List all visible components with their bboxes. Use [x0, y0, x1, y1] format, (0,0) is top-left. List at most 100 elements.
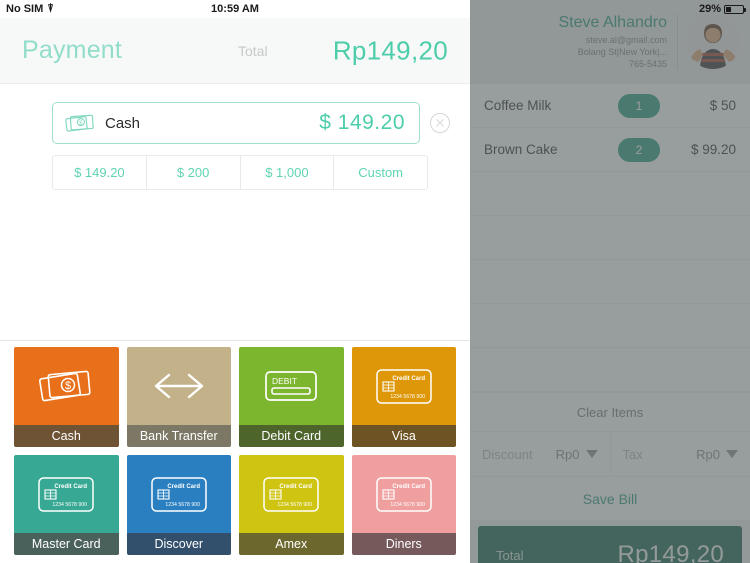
battery-icon — [724, 4, 746, 14]
tile-artwork: Credit Card 1234 5678 900 — [351, 347, 456, 425]
tax-value: Rp0 — [696, 446, 720, 462]
tile-label: Discover — [126, 533, 231, 555]
empty-item-row — [470, 260, 750, 304]
svg-text:1234 5678 900: 1234 5678 900 — [165, 502, 200, 508]
payment-method-cash[interactable]: $ Cash — [14, 347, 119, 447]
svg-text:Credit Card: Credit Card — [392, 376, 425, 382]
tax-selector[interactable]: Tax Rp0 — [611, 432, 750, 476]
customer-avatar-image — [686, 15, 740, 69]
credit-card-icon: Credit Card 1234 5678 900 — [263, 476, 319, 512]
save-bill-button[interactable]: Save Bill — [470, 476, 750, 520]
svg-text:Credit Card: Credit Card — [392, 484, 425, 490]
payment-method-diners[interactable]: Credit Card 1234 5678 900 Diners — [351, 455, 456, 555]
customer-email: steve.al@gmail.com — [585, 35, 667, 45]
customer-info: Steve Alhandro steve.al@gmail.com Bolang… — [558, 14, 678, 70]
tender-value: $ 149.20 — [319, 111, 405, 134]
debit-card-icon: DEBIT — [265, 371, 318, 401]
quick-amount-exact[interactable]: $ 149.20 — [53, 156, 147, 189]
tile-artwork: Credit Card 1234 5678 900 — [126, 455, 231, 533]
chevron-down-icon — [726, 450, 738, 458]
tile-label: Amex — [239, 533, 344, 555]
payment-method-amex[interactable]: Credit Card 1234 5678 900 Amex — [239, 455, 344, 555]
item-price: $ 50 — [709, 98, 736, 113]
status-bar-right: 29% — [698, 3, 746, 15]
avatar[interactable] — [686, 15, 740, 69]
item-quantity[interactable]: 1 — [618, 93, 660, 118]
order-total-bar[interactable]: Total Rp149,20 — [478, 526, 742, 563]
payment-panel: Payment Total Rp149,20 $ Cash $ 149.20 $… — [0, 0, 470, 563]
item-name: Brown Cake — [484, 142, 558, 157]
tender-row: $ Cash $ 149.20 — [52, 102, 450, 144]
tile-artwork: Credit Card 1234 5678 900 — [14, 455, 119, 533]
close-circle-icon[interactable] — [430, 113, 450, 133]
discount-value-group: Rp0 — [556, 447, 598, 462]
svg-text:$: $ — [65, 380, 71, 392]
adjustments-row: Discount Rp0 Tax Rp0 — [470, 432, 750, 476]
header-total-label: Total — [238, 42, 268, 59]
chevron-down-icon — [585, 450, 598, 458]
empty-item-row — [470, 172, 750, 216]
tile-artwork: DEBIT — [239, 347, 344, 425]
payment-header: Payment Total Rp149,20 — [0, 18, 470, 84]
list-item[interactable]: Brown Cake 2 $ 99.20 — [470, 128, 750, 172]
clear-items-button[interactable]: Clear Items — [470, 392, 750, 432]
tax-label: Tax — [622, 446, 643, 462]
svg-text:Credit Card: Credit Card — [167, 484, 200, 490]
order-panel: Steve Alhandro steve.al@gmail.com Bolang… — [470, 0, 750, 563]
pos-payment-screen: No SIM ⍒ 10:59 AM 29% Payment Total Rp14… — [0, 0, 750, 563]
svg-text:$: $ — [79, 120, 83, 127]
quick-amount-group: $ 149.20 $ 200 $ 1,000 Custom — [52, 155, 428, 190]
credit-card-icon: Credit Card 1234 5678 900 — [38, 476, 94, 512]
credit-card-icon: Credit Card 1234 5678 900 — [151, 476, 207, 512]
status-bar-clock: 10:59 AM — [211, 3, 259, 15]
customer-phone: 765-5435 — [628, 59, 667, 69]
item-quantity[interactable]: 2 — [618, 137, 660, 162]
empty-item-row — [470, 216, 750, 260]
credit-card-icon: Credit Card 1234 5678 900 — [376, 368, 432, 404]
tender-label: Cash — [105, 114, 141, 132]
payment-empty-area — [0, 190, 470, 340]
item-name: Coffee Milk — [484, 98, 552, 113]
empty-item-row — [470, 304, 750, 348]
tile-artwork: Credit Card 1234 5678 900 — [239, 455, 344, 533]
payment-method-discover[interactable]: Credit Card 1234 5678 900 Discover — [126, 455, 231, 555]
tile-label: Master Card — [14, 533, 119, 555]
customer-address: Bolang St|New York|... — [577, 47, 667, 57]
page-title: Payment — [22, 36, 123, 64]
banknotes-icon: $ — [65, 114, 94, 132]
payment-method-row-1: $ Cash Bank Transfer DEBIT Debit Card Cr… — [14, 347, 456, 447]
credit-card-icon: Credit Card 1234 5678 900 — [376, 476, 432, 512]
tile-artwork — [126, 347, 231, 425]
payment-method-visa[interactable]: Credit Card 1234 5678 900 Visa — [351, 347, 456, 447]
tile-artwork: Credit Card 1234 5678 900 — [351, 455, 456, 533]
tile-label: Cash — [14, 425, 119, 447]
empty-item-row — [470, 348, 750, 392]
quick-amount-custom[interactable]: Custom — [334, 156, 427, 189]
payment-method-debit-card[interactable]: DEBIT Debit Card — [239, 347, 344, 447]
order-total-value: Rp149,20 — [617, 541, 724, 563]
svg-text:1234 5678 900: 1234 5678 900 — [53, 502, 88, 508]
payment-method-bank-transfer[interactable]: Bank Transfer — [126, 347, 231, 447]
item-price: $ 99.20 — [690, 142, 736, 157]
svg-text:Credit Card: Credit Card — [55, 484, 88, 490]
discount-value: Rp0 — [555, 446, 580, 462]
discount-label: Discount — [482, 446, 533, 462]
tile-artwork: $ — [14, 347, 119, 425]
tax-value-group: Rp0 — [696, 447, 738, 462]
tile-label: Bank Transfer — [126, 425, 231, 447]
payment-method-row-2: Credit Card 1234 5678 900 Master Card Cr… — [14, 455, 456, 555]
order-total-label: Total — [496, 547, 524, 563]
tile-label: Visa — [351, 425, 456, 447]
quick-amount-1000[interactable]: $ 1,000 — [241, 156, 335, 189]
quick-amount-200[interactable]: $ 200 — [147, 156, 241, 189]
header-total-value: Rp149,20 — [332, 35, 448, 65]
status-bar: No SIM ⍒ 10:59 AM 29% — [0, 0, 750, 18]
battery-percent-label: 29% — [698, 3, 721, 15]
payment-method-master-card[interactable]: Credit Card 1234 5678 900 Master Card — [14, 455, 119, 555]
cash-amount-field[interactable]: $ Cash $ 149.20 — [52, 102, 420, 144]
list-item[interactable]: Coffee Milk 1 $ 50 — [470, 84, 750, 128]
svg-text:1234 5678 900: 1234 5678 900 — [390, 502, 425, 508]
transfer-arrows-icon — [154, 373, 203, 399]
svg-text:Credit Card: Credit Card — [280, 484, 313, 490]
discount-selector[interactable]: Discount Rp0 — [470, 432, 611, 476]
